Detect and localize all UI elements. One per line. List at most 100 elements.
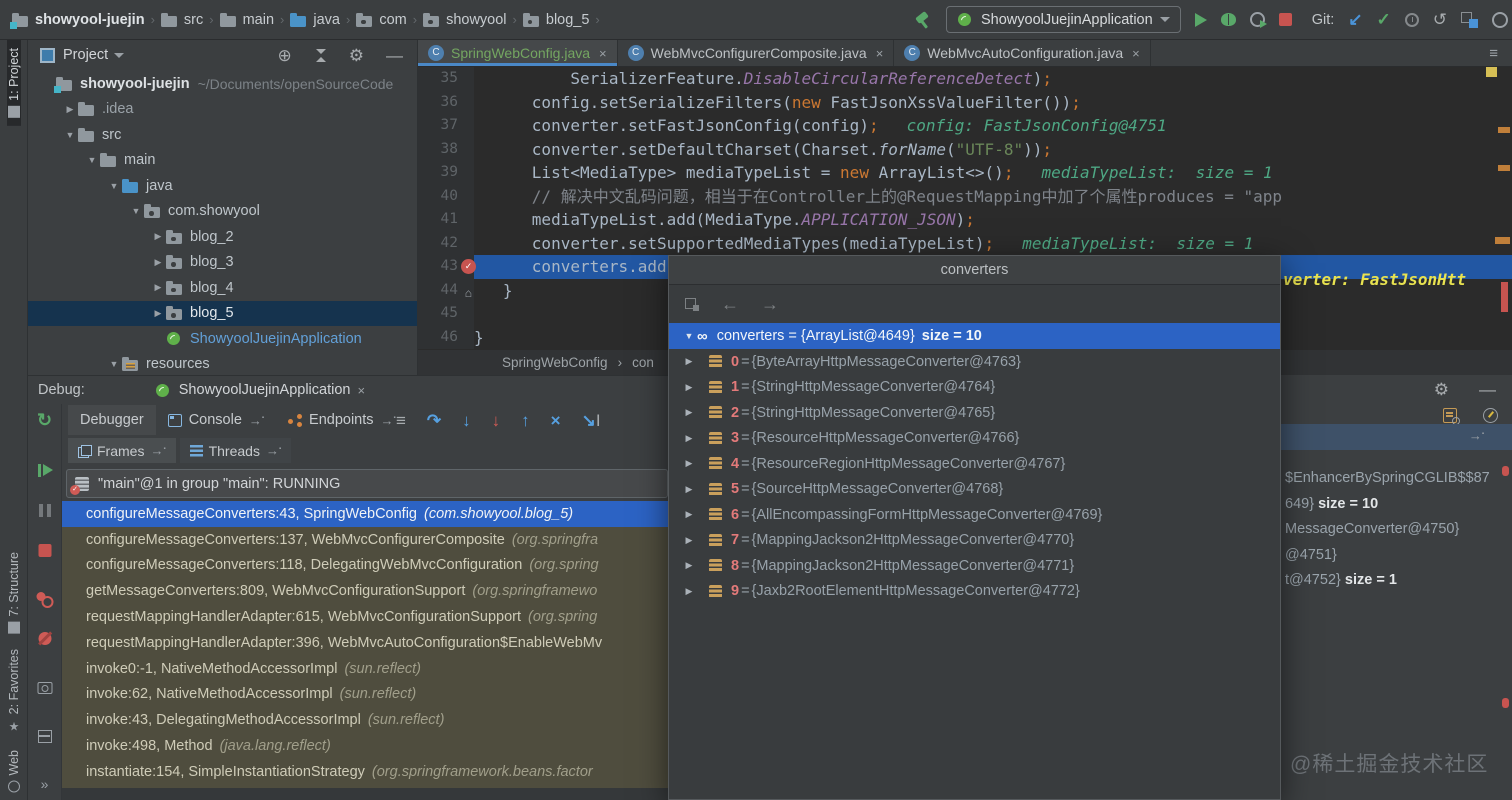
rerun-icon[interactable]: ↻ <box>37 410 52 431</box>
popup-item-row[interactable]: ▶ 0 = {ByteArrayHttpMessageConverter@4763… <box>669 349 1280 375</box>
editor-tab-SpringWebConfig.java[interactable]: C SpringWebConfig.java × <box>418 40 618 66</box>
tree-item-main[interactable]: ▼ main <box>28 148 417 174</box>
close-icon[interactable]: × <box>357 383 365 398</box>
tree-item-src[interactable]: ▼ src <box>28 122 417 148</box>
run-button[interactable] <box>1194 12 1207 27</box>
chevron-down-icon[interactable]: ▼ <box>681 331 697 341</box>
stack-frame-row[interactable]: requestMappingHandlerAdapter:396, WebMvc… <box>62 630 696 656</box>
mute-breakpoints-icon[interactable] <box>38 632 51 645</box>
tab-console[interactable]: Console → <box>156 405 276 435</box>
code-line-36[interactable]: 36 config.setSerializeFilters(new FastJs… <box>418 90 1512 114</box>
run-configuration-select[interactable]: ShowyoolJuejinApplication <box>945 6 1181 33</box>
code-line-37[interactable]: 37 converter.setFastJsonConfig(config); c… <box>418 114 1512 138</box>
code-line-42[interactable]: 42 converter.setSupportedMediaTypes(medi… <box>418 231 1512 255</box>
breadcrumb-item[interactable]: showyool-juejin <box>10 12 145 29</box>
close-icon[interactable]: × <box>599 46 607 61</box>
popup-item-row[interactable]: ▶ 2 = {StringHttpMessageConverter@4765} <box>669 400 1280 426</box>
tree-item-blog_5[interactable]: ▶ blog_5 <box>28 300 417 326</box>
step-out-icon[interactable]: ↑ <box>521 412 530 429</box>
popup-item-row[interactable]: ▶ 1 = {StringHttpMessageConverter@4764} <box>669 375 1280 401</box>
tree-item-com.showyool[interactable]: ▼ com.showyool <box>28 199 417 225</box>
show-execution-point-icon[interactable]: ≡ <box>396 412 406 429</box>
history-icon[interactable] <box>1404 12 1419 27</box>
variables-selected-row[interactable]: → <box>1281 424 1512 450</box>
resume-icon[interactable] <box>37 464 53 477</box>
stack-frame-row[interactable]: invoke:498, Method (java.lang.reflect) <box>62 733 696 759</box>
close-icon[interactable]: × <box>876 46 884 61</box>
stack-frame-row[interactable]: invoke:62, NativeMethodAccessorImpl (sun.… <box>62 682 696 708</box>
minimize-icon[interactable]: — <box>386 47 403 64</box>
popup-item-row[interactable]: ▶ 7 = {MappingJackson2HttpMessageConverte… <box>669 528 1280 554</box>
sidebar-item-project[interactable]: 1: Project <box>6 40 21 126</box>
breadcrumb-item[interactable]: src <box>160 12 203 28</box>
gear-icon[interactable]: ⚙ <box>349 47 364 64</box>
breadcrumb-item[interactable]: showyool <box>423 12 507 28</box>
tab-debugger[interactable]: Debugger <box>68 405 156 435</box>
force-step-into-icon[interactable]: ↓ <box>492 412 501 429</box>
project-panel-title[interactable]: Project <box>63 47 108 63</box>
memory-view-icon[interactable] <box>1483 408 1498 423</box>
stack-frame-row[interactable]: invoke:43, DelegatingMethodAccessorImpl(… <box>62 707 696 733</box>
popup-item-row[interactable]: ▶ 5 = {SourceHttpMessageConverter@4768} <box>669 477 1280 503</box>
debug-button[interactable] <box>1220 13 1236 26</box>
minimize-icon[interactable]: — <box>1479 381 1496 398</box>
popup-title[interactable]: converters <box>669 256 1280 285</box>
variable-row-fragment[interactable]: MessageConverter@4750} <box>1285 517 1512 543</box>
pause-icon[interactable] <box>38 504 51 517</box>
variable-row-fragment[interactable]: 649} size = 10 <box>1285 492 1512 518</box>
code-line-41[interactable]: 41 mediaTypeList.add(MediaType.APPLICATI… <box>418 208 1512 232</box>
variable-row-fragment[interactable]: $EnhancerBySpringCGLIB$$87 <box>1285 466 1512 492</box>
chevron-down-icon[interactable] <box>114 52 125 58</box>
editor-tab-WebMvcConfigurerComposite.java[interactable]: C WebMvcConfigurerComposite.java × <box>618 40 895 66</box>
popup-item-row[interactable]: ▶ 8 = {MappingJackson2HttpMessageConverte… <box>669 553 1280 579</box>
back-icon[interactable]: ← <box>721 294 739 315</box>
drop-frame-icon[interactable]: × <box>551 412 561 429</box>
code-line-38[interactable]: 38 converter.setDefaultCharset(Charset.f… <box>418 137 1512 161</box>
evaluate-expression-icon[interactable] <box>1443 408 1460 425</box>
thread-dump-icon[interactable] <box>37 682 52 694</box>
git-update-icon[interactable]: ↙ <box>1348 11 1362 28</box>
tree-item-blog_4[interactable]: ▶ blog_4 <box>28 275 417 301</box>
git-commit-icon[interactable]: ✓ <box>1377 11 1391 28</box>
scrollbar-thumb-red[interactable] <box>1501 282 1508 312</box>
stack-frame-row[interactable]: invoke0:-1, NativeMethodAccessorImpl (sun… <box>62 656 696 682</box>
editor-tab-WebMvcAutoConfiguration.java[interactable]: C WebMvcAutoConfiguration.java × <box>894 40 1151 66</box>
frames-scrollbar[interactable] <box>62 788 696 800</box>
stop-icon[interactable] <box>38 544 51 557</box>
stack-frame-row[interactable]: configureMessageConverters:118, Delegati… <box>62 553 696 579</box>
stack-frame-row[interactable]: requestMappingHandlerAdapter:615, WebMvc… <box>62 604 696 630</box>
popup-root-row[interactable]: ▼ ∞ converters = {ArrayList@4649} size =… <box>669 323 1280 349</box>
profiler-button[interactable] <box>1249 12 1267 28</box>
code-line-39[interactable]: 39 List<MediaType> mediaTypeList = new A… <box>418 161 1512 185</box>
step-into-icon[interactable]: ↓ <box>462 412 471 429</box>
collapse-all-icon[interactable] <box>314 48 327 62</box>
run-to-cursor-icon[interactable]: ↘I <box>582 412 601 429</box>
gear-icon[interactable]: ⚙ <box>1434 381 1449 398</box>
breakpoint-icon[interactable]: ✓ <box>461 259 476 274</box>
search-icon[interactable] <box>1492 11 1508 28</box>
popup-item-row[interactable]: ▶ 3 = {ResourceHttpMessageConverter@4766} <box>669 426 1280 452</box>
popup-item-row[interactable]: ▶ 9 = {Jaxb2RootElementHttpMessageConvert… <box>669 579 1280 605</box>
tree-item-blog_3[interactable]: ▶ blog_3 <box>28 250 417 276</box>
popup-item-row[interactable]: ▶ 6 = {AllEncompassingFormHttpMessageConv… <box>669 502 1280 528</box>
stack-frame-row[interactable]: getMessageConverters:809, WebMvcConfigur… <box>62 578 696 604</box>
stack-frame-row[interactable]: configureMessageConverters:43, SpringWeb… <box>62 501 696 527</box>
variable-row-fragment[interactable]: @4751} <box>1285 543 1512 569</box>
stop-button[interactable] <box>1278 13 1292 26</box>
forward-icon[interactable]: → <box>761 294 779 315</box>
view-breakpoints-icon[interactable] <box>36 592 53 608</box>
stack-frame-row[interactable]: configureMessageConverters:137, WebMvcCo… <box>62 527 696 553</box>
restore-layout-icon[interactable] <box>37 730 52 743</box>
open-in-view-icon[interactable] <box>685 297 699 311</box>
tree-item-java[interactable]: ▼ java <box>28 173 417 199</box>
breadcrumb-item[interactable]: blog_5 <box>522 12 589 28</box>
stack-frame-row[interactable]: instantiate:154, SimpleInstantiationStra… <box>62 759 696 785</box>
sidebar-item-structure[interactable]: 7: Structure <box>7 544 21 642</box>
breadcrumb-item[interactable]: com <box>356 12 407 28</box>
breadcrumb-item[interactable]: main <box>219 12 274 28</box>
breadcrumb-item[interactable]: java <box>290 12 340 28</box>
sidebar-item-web[interactable]: Web <box>7 742 21 800</box>
more-icon[interactable]: » <box>41 776 49 792</box>
code-line-35[interactable]: 35 SerializerFeature.DisableCircularRefe… <box>418 67 1512 91</box>
tree-item-showyool-juejin[interactable]: showyool-juejin ~/Documents/openSourceCod… <box>28 71 417 97</box>
